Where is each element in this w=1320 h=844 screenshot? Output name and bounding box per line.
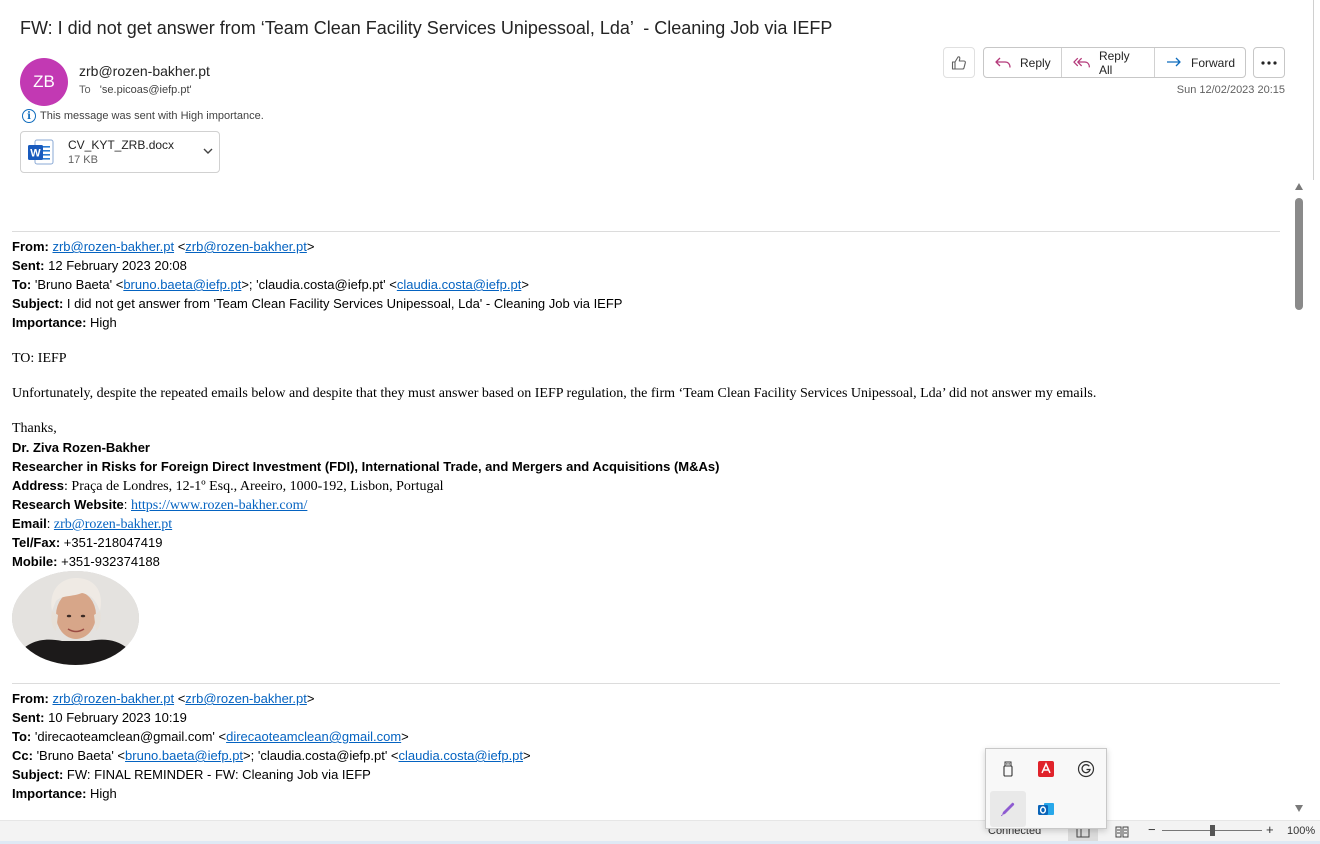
signature-address: Address: Praça de Londres, 12-1º Esq., A… — [12, 478, 444, 494]
website-link[interactable]: https://www.rozen-bakher.com/ — [131, 498, 307, 513]
email-link[interactable]: zrb@rozen-bakher.pt — [185, 691, 307, 706]
signature-name: Dr. Ziva Rozen-Bakher — [12, 440, 150, 455]
signature-title: Researcher in Risks for Foreign Direct I… — [12, 459, 720, 474]
signature-website: Research Website: https://www.rozen-bakh… — [12, 497, 308, 513]
reading-pane: FW: I did not get answer from ‘Team Clea… — [0, 0, 1320, 844]
message-timestamp: Sun 12/02/2023 20:15 — [1176, 84, 1285, 96]
fw1-sent: Sent: 12 February 2023 20:08 — [12, 258, 187, 273]
pane-divider — [1313, 0, 1314, 180]
fw1-importance: Importance: High — [12, 315, 117, 330]
tray-item-grammarly[interactable] — [1068, 751, 1104, 787]
fw2-cc: Cc: 'Bruno Baeta' <bruno.baeta@iefp.pt>;… — [12, 748, 531, 763]
email-link[interactable]: claudia.costa@iefp.pt — [397, 277, 522, 292]
closing: Thanks, — [12, 421, 57, 436]
separator — [12, 683, 1280, 684]
svg-text:W: W — [30, 148, 41, 160]
word-document-icon: W — [28, 139, 54, 165]
fw2-to: To: 'direcaoteamclean@gmail.com' <direca… — [12, 729, 409, 744]
scroll-up-arrow-icon[interactable] — [1295, 183, 1303, 190]
reply-all-icon — [1072, 57, 1090, 67]
like-button[interactable] — [943, 47, 975, 78]
zoom-level[interactable]: 100% — [1287, 825, 1315, 837]
fw2-importance: Importance: High — [12, 786, 117, 801]
message-subject: FW: I did not get answer from ‘Team Clea… — [20, 18, 833, 38]
scroll-thumb[interactable] — [1295, 198, 1303, 310]
attachment-name: CV_KYT_ZRB.docx — [68, 138, 175, 152]
signature-email: Email: zrb@rozen-bakher.pt — [12, 516, 173, 532]
reply-all-button[interactable]: Reply All — [1060, 48, 1154, 77]
email-link[interactable]: zrb@rozen-bakher.pt — [52, 239, 174, 254]
reading-view-icon[interactable] — [1110, 823, 1134, 841]
vertical-scrollbar[interactable] — [1291, 183, 1307, 819]
message-actions: Reply Reply All Forward — [983, 47, 1246, 78]
more-icon — [1261, 60, 1277, 65]
outlook-icon — [1038, 803, 1054, 815]
separator — [12, 231, 1280, 232]
reply-all-label: Reply All — [1098, 48, 1130, 77]
greeting: TO: IEFP — [12, 351, 67, 366]
adobe-acrobat-icon — [1038, 761, 1054, 777]
forward-button[interactable]: Forward — [1154, 48, 1245, 77]
message-body: From: zrb@rozen-bakher.pt <zrb@rozen-bak… — [12, 230, 1282, 820]
sender-address[interactable]: zrb@rozen-bakher.pt — [79, 63, 210, 79]
fw1-subject: Subject: I did not get answer from 'Team… — [12, 296, 623, 311]
chevron-down-icon[interactable] — [201, 144, 215, 158]
recipient-address[interactable]: 'se.picoas@iefp.pt' — [100, 84, 192, 96]
tray-item-pen[interactable] — [990, 791, 1026, 827]
email-link[interactable]: zrb@rozen-bakher.pt — [185, 239, 307, 254]
pen-icon — [1000, 802, 1015, 817]
email-link[interactable]: claudia.costa@iefp.pt — [399, 748, 524, 763]
email-link[interactable]: zrb@rozen-bakher.pt — [54, 517, 172, 532]
sender-avatar[interactable]: ZB — [20, 58, 68, 106]
grammarly-icon — [1077, 760, 1095, 778]
tray-item-acrobat[interactable] — [1028, 751, 1064, 787]
reply-label: Reply — [1020, 55, 1051, 70]
signature-photo — [12, 571, 139, 665]
info-icon: i — [22, 109, 36, 123]
zoom-slider-thumb[interactable] — [1209, 825, 1215, 836]
fw2-sent: Sent: 10 February 2023 10:19 — [12, 710, 187, 725]
signature-mobile: Mobile: +351-932374188 — [12, 554, 160, 569]
attachment-size: 17 KB — [68, 154, 98, 166]
usb-drive-icon — [1003, 761, 1013, 777]
forward-icon — [1166, 57, 1181, 66]
signature-tel: Tel/Fax: +351-218047419 — [12, 535, 163, 550]
body-paragraph: Unfortunately, despite the repeated emai… — [12, 386, 1097, 401]
tray-item-outlook[interactable] — [1028, 791, 1064, 827]
reply-button[interactable]: Reply — [984, 48, 1061, 77]
zoom-in-button[interactable]: + — [1266, 822, 1274, 837]
email-link[interactable]: zrb@rozen-bakher.pt — [52, 691, 174, 706]
email-link[interactable]: direcaoteamclean@gmail.com — [226, 729, 401, 744]
scroll-down-arrow-icon[interactable] — [1295, 805, 1303, 812]
forward-label: Forward — [1190, 55, 1235, 70]
reply-icon — [995, 57, 1011, 68]
to-label: To — [79, 84, 91, 96]
recipient-line: To 'se.picoas@iefp.pt' — [79, 84, 192, 96]
tray-item-usb[interactable] — [990, 751, 1026, 787]
zoom-out-button[interactable]: − — [1148, 822, 1156, 837]
attachment-card[interactable]: W CV_KYT_ZRB.docx 17 KB — [20, 131, 220, 173]
fw2-from: From: zrb@rozen-bakher.pt <zrb@rozen-bak… — [12, 691, 315, 706]
fw2-subject: Subject: FW: FINAL REMINDER - FW: Cleani… — [12, 767, 371, 782]
email-link[interactable]: bruno.baeta@iefp.pt — [125, 748, 243, 763]
system-tray-overflow — [985, 748, 1107, 829]
importance-text: This message was sent with High importan… — [40, 110, 264, 122]
more-actions-button[interactable] — [1253, 47, 1285, 78]
importance-banner: i This message was sent with High import… — [22, 109, 264, 123]
fw1-from: From: zrb@rozen-bakher.pt <zrb@rozen-bak… — [12, 239, 315, 254]
fw1-to: To: 'Bruno Baeta' <bruno.baeta@iefp.pt>;… — [12, 277, 529, 292]
thumbs-up-icon — [951, 55, 966, 70]
email-link[interactable]: bruno.baeta@iefp.pt — [123, 277, 241, 292]
